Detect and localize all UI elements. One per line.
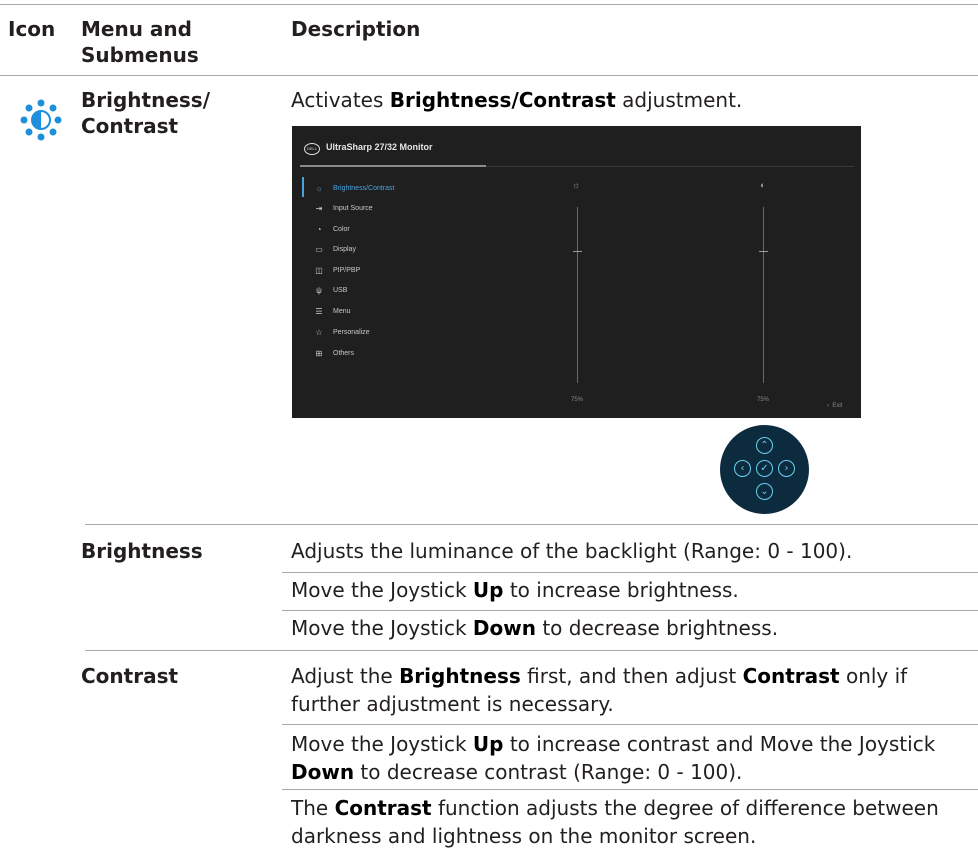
joystick-check-icon: ✓	[756, 460, 773, 477]
osd-screenshot: DELL UltraSharp 27/32 Monitor ☼ Brightnes…	[292, 126, 861, 418]
contrast-sub-rule-2	[282, 789, 978, 790]
header-rule	[0, 75, 978, 76]
others-icon: ⊞	[315, 348, 323, 358]
menu-label-brightness-contrast: Brightness/ Contrast	[81, 88, 210, 138]
sun-icon: ☼	[315, 183, 323, 193]
menu-icon: ☰	[315, 306, 323, 316]
header-menu-submenus: Menu and Submenus	[81, 17, 199, 67]
joystick-icon: ⌃ ‹ ✓ › ⌄	[720, 425, 809, 514]
input-icon: ⇥	[315, 203, 323, 213]
dell-logo: DELL	[304, 143, 320, 155]
brightness-sub-rule-1	[282, 572, 978, 573]
contrast-desc-3: The Contrast function adjusts the degree…	[291, 796, 939, 848]
brightness-contrast-icon	[16, 95, 66, 145]
joystick-down-icon: ⌄	[756, 483, 773, 500]
osd-menu-pip-pbp[interactable]: ◫ PIP/PBP	[314, 263, 360, 277]
osd-menu-display[interactable]: ▭ Display	[314, 242, 356, 256]
contrast-row-rule	[85, 650, 978, 651]
display-icon: ▭	[315, 244, 323, 254]
osd-title: UltraSharp 27/32 Monitor	[326, 142, 433, 152]
brightness-slider-icon: ☼	[572, 180, 581, 190]
joystick-right-icon: ›	[778, 460, 795, 477]
osd-menu-brightness-contrast[interactable]: ☼ Brightness/Contrast	[314, 181, 394, 195]
osd-selection-indicator	[302, 177, 304, 197]
chevron-left-icon: ‹	[827, 403, 829, 409]
osd-menu-input-source[interactable]: ⇥ Input Source	[314, 201, 373, 215]
contrast-label: Contrast	[81, 664, 179, 688]
brightness-label: Brightness	[81, 539, 203, 563]
osd-menu-color[interactable]: ◔ Color	[314, 222, 350, 236]
top-rule	[0, 4, 978, 5]
header-description: Description	[291, 17, 421, 41]
osd-exit[interactable]: ‹ Exit	[827, 403, 842, 409]
brightness-slider-knob[interactable]	[573, 251, 582, 252]
joystick-up-icon: ⌃	[756, 437, 773, 454]
contrast-desc-2: Move the Joystick Up to increase contras…	[291, 732, 936, 784]
header-icon: Icon	[8, 17, 56, 41]
brightness-row-rule	[85, 524, 978, 525]
contrast-sub-rule-1	[282, 724, 978, 725]
osd-divider-active	[300, 165, 486, 167]
brightness-value: 75%	[571, 397, 584, 403]
osd-menu-personalize[interactable]: ☆ Personalize	[314, 325, 369, 339]
contrast-value: 75%	[757, 397, 770, 403]
contrast-desc-1: Adjust the Brightness first, and then ad…	[291, 664, 908, 716]
contrast-slider-knob[interactable]	[759, 251, 768, 252]
contrast-slider-icon: ◐	[760, 180, 766, 190]
usb-icon: ψ	[316, 285, 322, 295]
brightness-desc-1: Adjusts the luminance of the backlight (…	[291, 539, 853, 563]
main-description: Activates Brightness/Contrast adjustment…	[291, 88, 743, 112]
palette-icon: ◔	[316, 224, 322, 234]
brightness-desc-3: Move the Joystick Down to decrease brigh…	[291, 616, 779, 640]
osd-menu-menu[interactable]: ☰ Menu	[314, 304, 350, 318]
osd-menu-others[interactable]: ⊞ Others	[314, 346, 354, 360]
brightness-sub-rule-2	[282, 610, 978, 611]
brightness-desc-2: Move the Joystick Up to increase brightn…	[291, 578, 739, 602]
brightness-slider[interactable]	[577, 207, 578, 383]
star-icon: ☆	[315, 327, 323, 337]
pip-icon: ◫	[315, 265, 323, 275]
osd-menu-usb[interactable]: ψ USB	[314, 283, 347, 297]
joystick-left-icon: ‹	[734, 460, 751, 477]
contrast-slider[interactable]	[763, 207, 764, 383]
